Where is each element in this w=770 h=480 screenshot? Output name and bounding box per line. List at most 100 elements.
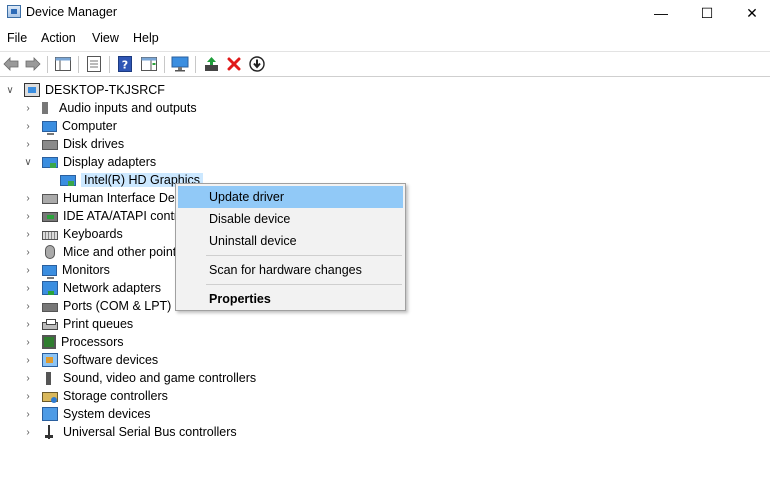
tree-item-disk-drives[interactable]: › Disk drives [22, 135, 124, 153]
tree-root[interactable]: ∨ DESKTOP-TKJSRCF [4, 81, 165, 99]
tree-item-label: Audio inputs and outputs [59, 101, 197, 115]
collapse-caret-icon[interactable]: › [22, 409, 34, 420]
back-arrow-icon[interactable] [2, 55, 20, 73]
tree-item-print-queues[interactable]: › Print queues [22, 315, 133, 333]
toolbar-separator [164, 56, 165, 73]
disk-drive-icon [42, 140, 58, 150]
collapse-caret-icon[interactable]: › [22, 103, 34, 114]
collapse-caret-icon[interactable]: › [22, 139, 34, 150]
expand-caret-icon[interactable]: ∨ [4, 85, 16, 96]
tree-item-label: System devices [63, 407, 151, 421]
scan-hardware-changes-menu-item[interactable]: Scan for hardware changes [178, 259, 403, 281]
monitor-icon [42, 264, 57, 279]
processor-icon [42, 335, 56, 349]
collapse-caret-icon[interactable]: › [22, 301, 34, 312]
forward-arrow-icon[interactable] [24, 55, 42, 73]
tree-item-display-adapters[interactable]: ∨ Display adapters [22, 153, 156, 171]
tree-item-label: Sound, video and game controllers [63, 371, 257, 385]
display-adapter-icon [60, 174, 76, 186]
tree-item-label: Ports (COM & LPT) [63, 299, 172, 313]
tree-item-computer[interactable]: › Computer [22, 117, 117, 135]
ide-controller-icon [42, 212, 58, 222]
toolbar-separator [78, 56, 79, 73]
window-title: Device Manager [26, 5, 118, 19]
toolbar-separator [109, 56, 110, 73]
collapse-caret-icon[interactable]: › [22, 247, 34, 258]
speaker-icon [42, 102, 54, 114]
collapse-caret-icon[interactable]: › [22, 211, 34, 222]
device-manager-icon [7, 5, 21, 18]
software-device-icon [42, 353, 58, 367]
collapse-caret-icon[interactable]: › [22, 427, 34, 438]
sound-icon [46, 371, 56, 385]
maximize-button[interactable]: ☐ [684, 0, 730, 26]
menu-bar: File Action View Help [0, 28, 770, 50]
hid-icon [42, 194, 58, 204]
tree-root-label: DESKTOP-TKJSRCF [45, 83, 165, 97]
uninstall-red-x-icon[interactable] [225, 55, 243, 73]
uninstall-device-menu-item[interactable]: Uninstall device [178, 230, 403, 252]
keyboard-icon [42, 231, 58, 240]
collapse-caret-icon[interactable]: › [22, 229, 34, 240]
tree-item-human-interface[interactable]: › Human Interface Dev [22, 189, 181, 207]
enable-device-download-icon[interactable] [248, 55, 266, 73]
minimize-button[interactable]: — [638, 0, 684, 26]
menu-view[interactable]: View [92, 31, 119, 45]
tree-item-label: Processors [61, 335, 124, 349]
action-pane-icon[interactable] [140, 55, 158, 73]
collapse-caret-icon[interactable]: › [22, 265, 34, 276]
tree-item-ide-ata[interactable]: › IDE ATA/ATAPI contro [22, 207, 185, 225]
computer-icon [24, 83, 40, 97]
tree-item-system-devices[interactable]: › System devices [22, 405, 151, 423]
expand-caret-icon[interactable]: ∨ [22, 157, 34, 168]
toolbar-separator [47, 56, 48, 73]
tree-item-label: IDE ATA/ATAPI contro [63, 209, 186, 223]
scan-hardware-monitor-icon[interactable] [171, 55, 189, 73]
tree-item-monitors[interactable]: › Monitors [22, 261, 110, 279]
update-driver-menu-item[interactable]: Update driver [178, 186, 403, 208]
tree-item-label: Software devices [63, 353, 159, 367]
collapse-caret-icon[interactable]: › [22, 283, 34, 294]
tree-item-label: Monitors [62, 263, 110, 277]
properties-menu-item[interactable]: Properties [178, 288, 403, 310]
menu-help[interactable]: Help [133, 31, 159, 45]
title-bar: Device Manager — ☐ ✕ [0, 0, 770, 26]
monitor-icon [42, 120, 57, 135]
tree-item-label: Display adapters [63, 155, 157, 169]
properties-sheet-icon[interactable] [85, 55, 103, 73]
printer-icon [42, 319, 58, 330]
network-adapter-icon [42, 281, 58, 295]
menu-file[interactable]: File [7, 31, 27, 45]
collapse-caret-icon[interactable]: › [22, 319, 34, 330]
tree-item-label: Network adapters [63, 281, 161, 295]
collapse-caret-icon[interactable]: › [22, 373, 34, 384]
update-driver-icon[interactable] [203, 55, 221, 73]
collapse-caret-icon[interactable]: › [22, 193, 34, 204]
show-hide-console-tree-icon[interactable] [54, 55, 72, 73]
collapse-caret-icon[interactable]: › [22, 121, 34, 132]
tree-item-ports[interactable]: › Ports (COM & LPT) [22, 297, 171, 315]
tree-item-network-adapters[interactable]: › Network adapters [22, 279, 161, 297]
tree-item-usb-controllers[interactable]: › Universal Serial Bus controllers [22, 423, 237, 441]
tree-item-sound-video[interactable]: › Sound, video and game controllers [22, 369, 256, 387]
tree-item-label: Computer [62, 119, 117, 133]
tree-item-keyboards[interactable]: › Keyboards [22, 225, 122, 243]
tree-item-mice[interactable]: › Mice and other point [22, 243, 176, 261]
close-button[interactable]: ✕ [729, 0, 770, 26]
collapse-caret-icon[interactable]: › [22, 391, 34, 402]
collapse-caret-icon[interactable]: › [22, 355, 34, 366]
disable-device-menu-item[interactable]: Disable device [178, 208, 403, 230]
menu-action[interactable]: Action [41, 31, 76, 45]
tree-item-audio[interactable]: › Audio inputs and outputs [22, 99, 197, 117]
port-icon [42, 303, 58, 312]
collapse-caret-icon[interactable]: › [22, 337, 34, 348]
tree-item-processors[interactable]: › Processors [22, 333, 124, 351]
tree-item-storage-controllers[interactable]: › Storage controllers [22, 387, 168, 405]
toolbar-separator [195, 56, 196, 73]
tree-item-label: Mice and other point [63, 245, 177, 259]
storage-controller-icon [42, 392, 58, 403]
tree-item-label: Disk drives [63, 137, 125, 151]
tree-item-label: Universal Serial Bus controllers [63, 425, 237, 439]
tree-item-software-devices[interactable]: › Software devices [22, 351, 158, 369]
help-icon[interactable]: ? [116, 55, 134, 73]
